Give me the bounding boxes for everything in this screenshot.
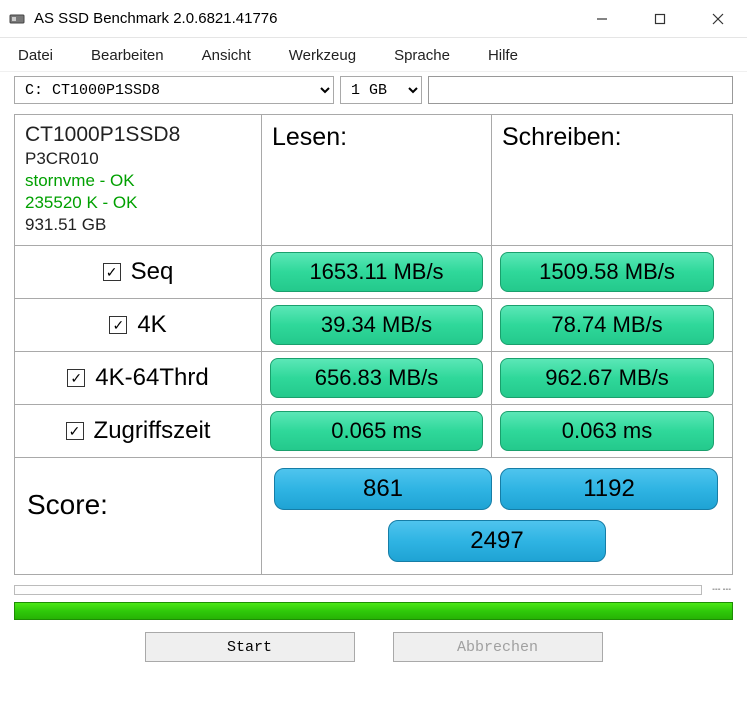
label-access-time: Zugriffszeit (94, 417, 211, 445)
size-select[interactable]: 1 GB (340, 76, 422, 104)
menu-bearbeiten[interactable]: Bearbeiten (87, 44, 182, 67)
window-title: AS SSD Benchmark 2.0.6821.41776 (34, 10, 278, 27)
maximize-button[interactable] (631, 0, 689, 37)
progress-bar-full (14, 602, 733, 620)
4k-64thrd-write: 962.67 MB/s (500, 358, 714, 398)
title-bar: AS SSD Benchmark 2.0.6821.41776 (0, 0, 747, 38)
device-firmware: P3CR010 (25, 149, 251, 169)
close-button[interactable] (689, 0, 747, 37)
device-name: CT1000P1SSD8 (25, 123, 251, 147)
driver-status: stornvme - OK (25, 171, 251, 191)
write-header: Schreiben: (492, 115, 722, 245)
row-access-time: ✓ Zugriffszeit 0.065 ms 0.063 ms (15, 405, 732, 458)
dotted-icon: ┄┄ (712, 581, 733, 598)
checkbox-4k[interactable]: ✓ (109, 316, 127, 334)
label-4k: 4K (137, 311, 166, 339)
score-write: 1192 (500, 468, 718, 510)
score-total: 2497 (388, 520, 606, 562)
label-4k-64thrd: 4K-64Thrd (95, 364, 208, 392)
score-values: 861 1192 2497 (262, 458, 732, 574)
read-header: Lesen: (262, 115, 492, 245)
checkbox-access-time[interactable]: ✓ (66, 422, 84, 440)
row-4k-64thrd: ✓ 4K-64Thrd 656.83 MB/s 962.67 MB/s (15, 352, 732, 405)
access-read: 0.065 ms (270, 411, 483, 451)
checkbox-4k-64thrd[interactable]: ✓ (67, 369, 85, 387)
menu-sprache[interactable]: Sprache (390, 44, 468, 67)
results-grid: CT1000P1SSD8 P3CR010 stornvme - OK 23552… (14, 114, 733, 575)
start-button[interactable]: Start (145, 632, 355, 662)
seq-write: 1509.58 MB/s (500, 252, 714, 292)
score-label: Score: (15, 458, 262, 574)
menu-hilfe[interactable]: Hilfe (484, 44, 536, 67)
status-field (428, 76, 733, 104)
menu-werkzeug[interactable]: Werkzeug (285, 44, 374, 67)
label-seq: Seq (131, 258, 174, 286)
checkbox-seq[interactable]: ✓ (103, 263, 121, 281)
row-4k: ✓ 4K 39.34 MB/s 78.74 MB/s (15, 299, 732, 352)
4k-write: 78.74 MB/s (500, 305, 714, 345)
window-controls (573, 0, 747, 37)
align-status: 235520 K - OK (25, 193, 251, 213)
4k-64thrd-read: 656.83 MB/s (270, 358, 483, 398)
menu-ansicht[interactable]: Ansicht (198, 44, 269, 67)
drive-select[interactable]: C: CT1000P1SSD8 (14, 76, 334, 104)
button-row: Start Abbrechen (0, 620, 747, 672)
header-row: CT1000P1SSD8 P3CR010 stornvme - OK 23552… (15, 115, 732, 246)
menu-bar: Datei Bearbeiten Ansicht Werkzeug Sprach… (0, 38, 747, 72)
minimize-button[interactable] (573, 0, 631, 37)
progress-bar-empty-row: ┄┄ (14, 581, 733, 598)
toolbar: C: CT1000P1SSD8 1 GB (0, 72, 747, 110)
abort-button: Abbrechen (393, 632, 603, 662)
seq-read: 1653.11 MB/s (270, 252, 483, 292)
device-info: CT1000P1SSD8 P3CR010 stornvme - OK 23552… (15, 115, 262, 245)
progress-bar-empty (14, 585, 702, 595)
menu-datei[interactable]: Datei (14, 44, 71, 67)
device-capacity: 931.51 GB (25, 215, 251, 235)
4k-read: 39.34 MB/s (270, 305, 483, 345)
score-read: 861 (274, 468, 492, 510)
row-seq: ✓ Seq 1653.11 MB/s 1509.58 MB/s (15, 246, 732, 299)
access-write: 0.063 ms (500, 411, 714, 451)
app-icon (8, 10, 26, 28)
row-score: Score: 861 1192 2497 (15, 458, 732, 574)
